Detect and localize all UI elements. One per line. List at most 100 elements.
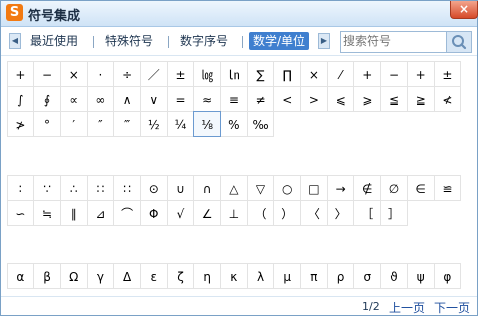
- symbol-cell[interactable]: μ: [273, 262, 302, 289]
- symbol-cell[interactable]: =: [166, 85, 195, 112]
- symbol-cell[interactable]: ≮: [433, 85, 462, 112]
- symbol-cell[interactable]: （: [246, 199, 275, 226]
- symbol-cell[interactable]: ×: [59, 60, 88, 87]
- symbol-cell[interactable]: ′: [59, 110, 88, 137]
- symbol-cell[interactable]: °: [33, 110, 61, 137]
- symbol-cell[interactable]: ≠: [246, 85, 275, 112]
- symbol-cell[interactable]: ○: [273, 174, 302, 201]
- symbol-cell[interactable]: +: [406, 60, 435, 87]
- symbol-cell[interactable]: ζ: [166, 262, 195, 289]
- symbol-cell[interactable]: ∴: [59, 174, 88, 201]
- tab-recent[interactable]: 最近使用: [30, 33, 78, 49]
- symbol-cell[interactable]: ∵: [33, 174, 61, 201]
- tab-scroll-right-button[interactable]: ▶: [318, 33, 330, 49]
- symbol-cell[interactable]: ∉: [353, 174, 382, 201]
- symbol-cell[interactable]: ∮: [33, 85, 61, 112]
- symbol-cell[interactable]: ⅛: [193, 110, 221, 137]
- symbol-cell[interactable]: β: [33, 262, 61, 289]
- symbol-cell[interactable]: 〈: [300, 199, 328, 226]
- symbol-cell[interactable]: ¼: [166, 110, 195, 137]
- symbol-cell[interactable]: ∝: [59, 85, 88, 112]
- symbol-cell[interactable]: □: [300, 174, 328, 201]
- symbol-cell[interactable]: ϑ: [380, 262, 408, 289]
- symbol-cell[interactable]: ψ: [406, 262, 435, 289]
- tab-special-symbols[interactable]: 特殊符号: [105, 33, 153, 49]
- symbol-cell[interactable]: ±: [433, 60, 462, 87]
- symbol-cell[interactable]: △: [220, 174, 248, 201]
- symbol-cell[interactable]: ∨: [139, 85, 168, 112]
- symbol-cell[interactable]: ⊙: [139, 174, 168, 201]
- symbol-cell[interactable]: ∧: [113, 85, 141, 112]
- symbol-cell[interactable]: ／: [139, 60, 168, 87]
- search-input[interactable]: [343, 33, 443, 49]
- tab-math-units[interactable]: 数学/单位: [249, 32, 310, 50]
- symbol-cell[interactable]: +: [6, 60, 35, 87]
- symbol-cell[interactable]: Δ: [113, 262, 141, 289]
- symbol-cell[interactable]: ∅: [380, 174, 408, 201]
- symbol-cell[interactable]: κ: [220, 262, 248, 289]
- symbol-cell[interactable]: λ: [246, 262, 275, 289]
- tab-scroll-left-button[interactable]: ◀: [9, 33, 21, 49]
- symbol-cell[interactable]: ≯: [6, 110, 35, 137]
- symbol-cell[interactable]: ⁄: [326, 60, 355, 87]
- symbol-cell[interactable]: ⊿: [86, 199, 115, 226]
- symbol-cell[interactable]: ∫: [6, 85, 35, 112]
- symbol-cell[interactable]: √: [166, 199, 195, 226]
- symbol-cell[interactable]: φ: [433, 262, 462, 289]
- symbol-cell[interactable]: %: [220, 110, 248, 137]
- symbol-cell[interactable]: ·: [86, 60, 115, 87]
- symbol-cell[interactable]: ）: [273, 199, 302, 226]
- symbol-cell[interactable]: ∠: [193, 199, 221, 226]
- symbol-cell[interactable]: −: [33, 60, 61, 87]
- symbol-cell[interactable]: ≈: [193, 85, 221, 112]
- symbol-cell[interactable]: ρ: [326, 262, 355, 289]
- symbol-cell[interactable]: ±: [166, 60, 195, 87]
- symbol-cell[interactable]: Ω: [59, 262, 88, 289]
- symbol-cell[interactable]: ≡: [220, 85, 248, 112]
- symbol-cell[interactable]: ∷: [113, 174, 141, 201]
- symbol-cell[interactable]: ∑: [246, 60, 275, 87]
- symbol-cell[interactable]: ×: [300, 60, 328, 87]
- symbol-cell[interactable]: ≌: [433, 174, 462, 201]
- symbol-cell[interactable]: ］: [380, 199, 408, 226]
- symbol-cell[interactable]: ∪: [166, 174, 195, 201]
- symbol-cell[interactable]: −: [380, 60, 408, 87]
- symbol-cell[interactable]: ［: [353, 199, 382, 226]
- symbol-cell[interactable]: 〉: [326, 199, 355, 226]
- symbol-cell[interactable]: ∥: [59, 199, 88, 226]
- symbol-cell[interactable]: ‴: [113, 110, 141, 137]
- symbol-cell[interactable]: ≦: [380, 85, 408, 112]
- symbol-cell[interactable]: >: [300, 85, 328, 112]
- symbol-cell[interactable]: ∞: [86, 85, 115, 112]
- symbol-cell[interactable]: ‰: [246, 110, 275, 137]
- symbol-cell[interactable]: γ: [86, 262, 115, 289]
- symbol-cell[interactable]: σ: [353, 262, 382, 289]
- symbol-cell[interactable]: ″: [86, 110, 115, 137]
- symbol-cell[interactable]: <: [273, 85, 302, 112]
- symbol-cell[interactable]: ε: [139, 262, 168, 289]
- symbol-cell[interactable]: ∈: [406, 174, 435, 201]
- tab-number-sequence[interactable]: 数字序号: [180, 33, 228, 49]
- symbol-cell[interactable]: ∏: [273, 60, 302, 87]
- symbol-cell[interactable]: ⩾: [353, 85, 382, 112]
- symbol-cell[interactable]: α: [6, 262, 35, 289]
- next-page-link[interactable]: 下一页: [434, 299, 470, 316]
- symbol-cell[interactable]: ㏑: [220, 60, 248, 87]
- symbol-cell[interactable]: ÷: [113, 60, 141, 87]
- symbol-cell[interactable]: ∶: [6, 174, 35, 201]
- symbol-cell[interactable]: ∷: [86, 174, 115, 201]
- prev-page-link[interactable]: 上一页: [389, 299, 425, 316]
- symbol-cell[interactable]: ⊥: [220, 199, 248, 226]
- symbol-cell[interactable]: →: [326, 174, 355, 201]
- symbol-cell[interactable]: π: [300, 262, 328, 289]
- symbol-cell[interactable]: ≒: [33, 199, 61, 226]
- symbol-cell[interactable]: η: [193, 262, 221, 289]
- symbol-cell[interactable]: ≧: [406, 85, 435, 112]
- symbol-cell[interactable]: ⩽: [326, 85, 355, 112]
- symbol-cell[interactable]: ½: [139, 110, 168, 137]
- symbol-cell[interactable]: ▽: [246, 174, 275, 201]
- symbol-cell[interactable]: ∽: [6, 199, 35, 226]
- title-bar[interactable]: S 符号集成 ×: [1, 1, 478, 27]
- symbol-cell[interactable]: Φ: [139, 199, 168, 226]
- symbol-cell[interactable]: ∩: [193, 174, 221, 201]
